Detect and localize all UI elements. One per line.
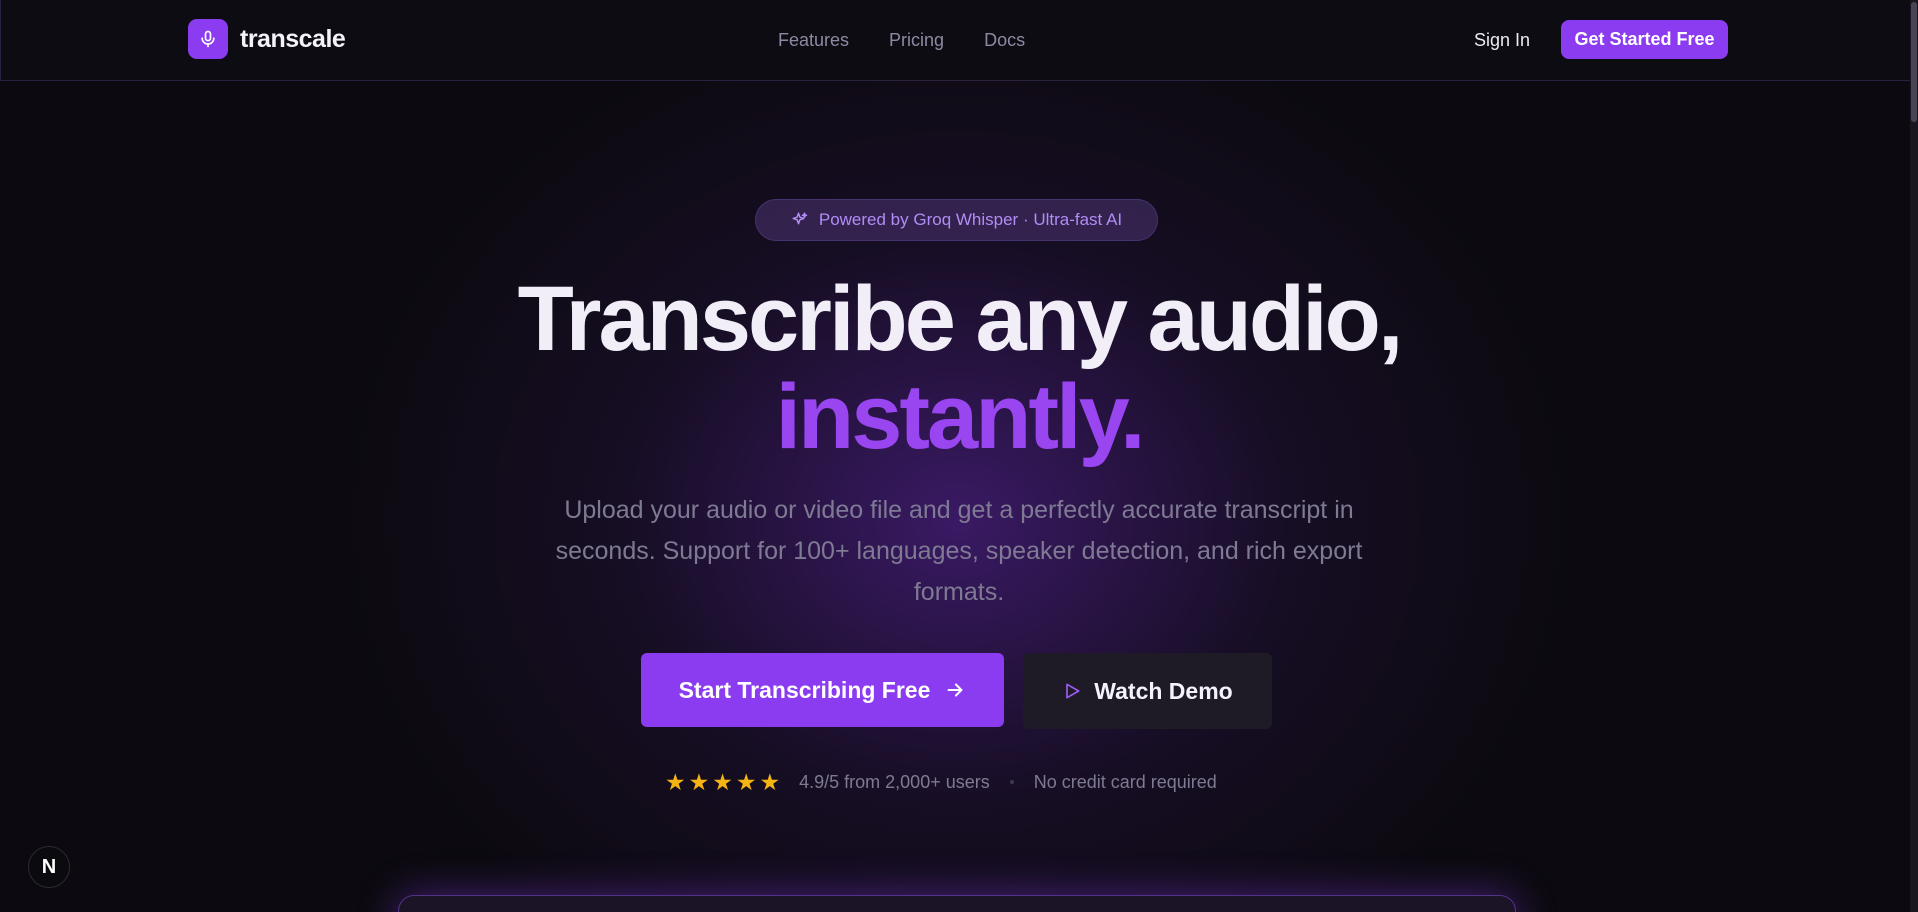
star-icon: ★ bbox=[712, 769, 733, 795]
headline-line-2: instantly. bbox=[775, 366, 1145, 468]
arrow-right-icon bbox=[947, 683, 963, 697]
watch-demo-label: Watch Demo bbox=[1094, 677, 1233, 704]
rating-text: 4.9/5 from 2,000+ users bbox=[799, 771, 990, 792]
product-preview-card bbox=[398, 895, 1516, 912]
logo[interactable]: transcale bbox=[188, 19, 346, 59]
powered-by-badge: Powered by Groq Whisper · Ultra-fast AI bbox=[755, 199, 1158, 241]
logo-mark bbox=[188, 19, 228, 59]
hero-subtitle: Upload your audio or video file and get … bbox=[555, 496, 1363, 606]
star-icon: ★ bbox=[735, 769, 757, 795]
headline-line-1: Transcribe any audio, bbox=[517, 268, 1404, 370]
start-transcribing-button[interactable]: Start Transcribing Free bbox=[641, 653, 1004, 727]
scrollbar-track[interactable] bbox=[1910, 0, 1918, 912]
watch-demo-button[interactable]: Watch Demo bbox=[1023, 653, 1272, 729]
landing-page: transcale Features Pricing Docs Sign In … bbox=[0, 0, 1918, 912]
star-icon: ★ bbox=[759, 769, 781, 795]
start-transcribing-label: Start Transcribing Free bbox=[678, 676, 931, 703]
nav-link-docs[interactable]: Docs bbox=[984, 30, 1025, 51]
get-started-button[interactable]: Get Started Free bbox=[1561, 20, 1728, 59]
sparkles-icon bbox=[792, 212, 808, 225]
hero-headline: Transcribe any audio, instantly. bbox=[0, 270, 1918, 466]
brand-name: transcale bbox=[240, 24, 346, 53]
navbar: transcale Features Pricing Docs Sign In … bbox=[0, 0, 1910, 81]
nav-link-features[interactable]: Features bbox=[778, 30, 849, 51]
microphone-icon bbox=[201, 30, 215, 48]
no-credit-card-text: No credit card required bbox=[1033, 771, 1217, 792]
nav-link-pricing[interactable]: Pricing bbox=[889, 30, 944, 51]
sign-in-link[interactable]: Sign In bbox=[1474, 30, 1530, 51]
social-proof: ★ ★ ★ ★ ★ 4.9/5 from 2,000+ users No cre… bbox=[665, 769, 1217, 795]
badge-text: Powered by Groq Whisper · Ultra-fast AI bbox=[818, 210, 1123, 229]
framework-dev-badge[interactable]: N bbox=[28, 846, 70, 888]
play-icon bbox=[1066, 683, 1080, 699]
star-icon: ★ bbox=[665, 769, 686, 795]
star-icon: ★ bbox=[688, 769, 710, 795]
nav-links: Features Pricing Docs bbox=[778, 30, 1065, 51]
scrollbar-thumb[interactable] bbox=[1911, 2, 1917, 122]
separator-dot bbox=[1009, 780, 1014, 784]
